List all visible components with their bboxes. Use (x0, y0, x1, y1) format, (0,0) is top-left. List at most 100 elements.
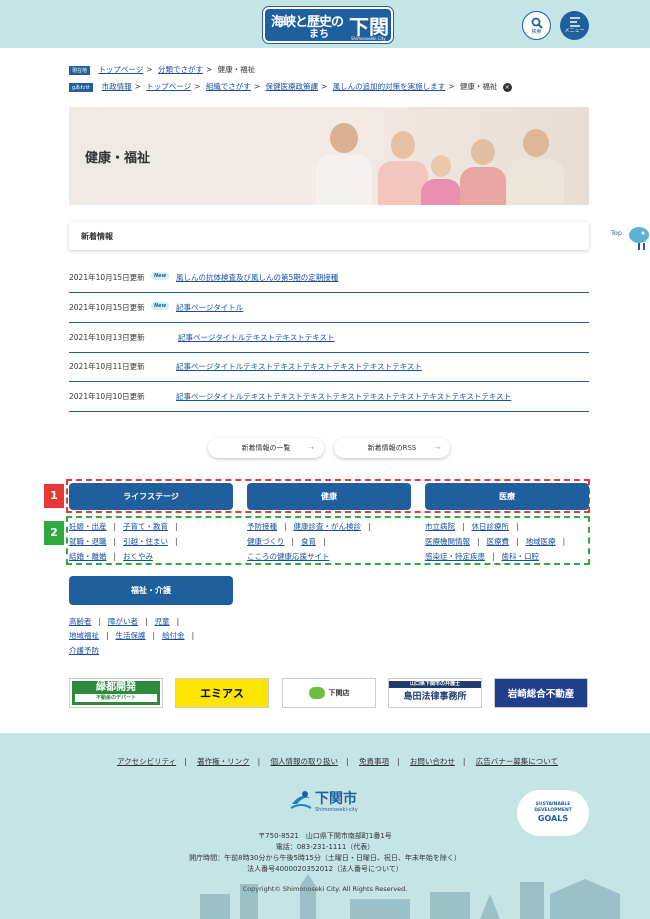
breadcrumb-link[interactable]: 組織でさがす (206, 82, 251, 91)
breadcrumb-link[interactable]: 風しんの追加的対策を実施します (333, 82, 446, 91)
news-title-link[interactable]: 記事ページタイトル (176, 302, 243, 313)
links-row: 地域福祉 | 生活保護 | 給付金 | (69, 631, 195, 640)
links-row: 就職・退職 | 引越・住まい | (69, 537, 178, 546)
footer-link[interactable]: 広告バナー募集について (476, 757, 558, 766)
welfare-link[interactable]: 高齢者 (69, 617, 92, 626)
category-link[interactable]: おくやみ (123, 552, 153, 561)
arrow-icon: ➝ (434, 444, 440, 452)
category-link[interactable]: 地域医療 (526, 537, 556, 546)
category-link[interactable]: 歯科・口腔 (502, 552, 540, 561)
footer-link[interactable]: 個人情報の取り扱い (271, 757, 339, 766)
category-link[interactable]: 予防接種 (247, 522, 277, 531)
category-link[interactable]: 引越・住まい (123, 537, 168, 546)
news-item: 2021年10月13日更新 記事ページタイトルテキストテキストテキスト (69, 324, 589, 353)
footer-link[interactable]: 著作権・リンク (197, 757, 250, 766)
welfare-link[interactable]: 地域福祉 (69, 631, 99, 640)
footer-link[interactable]: 免責事項 (359, 757, 389, 766)
breadcrumb-alt: gあわせ 市政情報 > トップページ > 組織でさがす > 保健医療政策課 > 風しんの… (69, 81, 512, 92)
logo-subtitle: Shimonoseki City (351, 36, 386, 41)
breadcrumb-link[interactable]: 市政情報 (102, 82, 132, 91)
sdgs-line3: GOALS (537, 814, 569, 823)
ad-banner[interactable]: エミアス (175, 678, 269, 708)
ad-banner[interactable]: 下関店 (282, 678, 376, 708)
sdgs-logo[interactable]: SUSTAINABLE DEVELOPMENT GOALS (517, 790, 589, 836)
news-item: 2021年10月10日更新 記事ページタイトルテキストテキストテキストテキストテ… (69, 383, 589, 412)
news-rss-button[interactable]: 新着情報のRSS ➝ (334, 438, 450, 458)
fish-icon (629, 227, 649, 250)
news-date: 2021年10月11日更新 (69, 362, 145, 371)
ad-banner-title: 緑都開発 (96, 682, 136, 693)
ad-banner-title: 島田法律事務所 (403, 691, 467, 702)
page-title: 健康・福祉 (85, 151, 151, 166)
category-link[interactable]: 医療費 (487, 537, 510, 546)
footer-link[interactable]: アクセシビリティ (117, 757, 176, 766)
breadcrumb-link[interactable]: トップページ (146, 82, 191, 91)
links-row: 市立病院 | 休日診療所 | (425, 522, 519, 531)
site-logo[interactable]: 海峡と歴史の まち 下関 Shimonoseki City (263, 7, 393, 43)
news-title-link[interactable]: 記事ページタイトルテキストテキストテキストテキストテキストテキスト (176, 361, 422, 372)
breadcrumb-tag: 現在地 (69, 65, 91, 75)
category-lifestage-button[interactable]: ライフステージ (69, 483, 233, 510)
ad-banner[interactable]: 岩崎総合不動産 (494, 678, 588, 708)
news-rss-label: 新着情報のRSS (367, 444, 417, 452)
annotation-tag-1: 1 (44, 484, 64, 508)
welfare-link[interactable]: 介護予防 (69, 646, 99, 655)
links-row: 高齢者 | 障がい者 | 児童 | (69, 617, 180, 626)
links-row: こころの健康応援サイト (247, 551, 330, 562)
welfare-link[interactable]: 障がい者 (108, 617, 138, 626)
breadcrumb-link[interactable]: トップページ (98, 65, 143, 74)
footer-address: 〒750-8521 山口県下関市南部町1番1号 (258, 832, 392, 840)
news-title-link[interactable]: 記事ページタイトルテキストテキストテキストテキストテキストテキストテキストテキス… (176, 391, 511, 402)
footer-link[interactable]: お問い合わせ (410, 757, 455, 766)
category-link[interactable]: 妊娠・出産 (69, 522, 107, 531)
category-link[interactable]: 感染症・特定疾患 (425, 552, 485, 561)
news-title-link[interactable]: 記事ページタイトルテキストテキストテキスト (178, 332, 335, 343)
welfare-link[interactable]: 児童 (155, 617, 170, 626)
ad-banner-subtitle: 山口県下関市の弁護士 (389, 680, 481, 688)
news-date: 2021年10月15日更新 (69, 303, 145, 312)
menu-label: メニュー (564, 28, 585, 34)
menu-icon (569, 17, 580, 27)
category-health-button[interactable]: 健康 (247, 483, 411, 510)
menu-button[interactable]: メニュー (560, 11, 589, 40)
welfare-link[interactable]: 給付金 (162, 631, 185, 640)
news-title-link[interactable]: 風しんの抗体検査及び風しんの第5期の定期接種 (176, 272, 338, 283)
ad-banner[interactable]: 山口県下関市の弁護士 島田法律事務所 (388, 678, 482, 708)
news-heading: 新着情報 (81, 232, 113, 241)
breadcrumb-link[interactable]: 分類でさがす (158, 65, 203, 74)
welfare-link[interactable]: 生活保護 (116, 631, 146, 640)
breadcrumb-link[interactable]: 保健医療政策課 (266, 82, 319, 91)
category-link[interactable]: 市立病院 (425, 522, 455, 531)
category-welfare-button[interactable]: 福祉・介護 (69, 576, 233, 605)
footer-corp-number: 法人番号4000020352012（法人番号について） (247, 865, 403, 873)
links-row: 結婚・離婚 | おくやみ (69, 552, 154, 561)
search-button[interactable]: 検索 (522, 11, 551, 40)
news-item: 2021年10月15日更新 New 風しんの抗体検査及び風しんの第5期の定期接種 (69, 264, 589, 293)
city-name: 下関市 (315, 791, 357, 807)
footer-hours: 開庁時間：午前8時30分から午後5時15分（土曜日・日曜日、祝日、年末年始を除く… (189, 854, 461, 862)
news-list-button[interactable]: 新着情報の一覧 ➝ (208, 438, 324, 458)
news-item: 2021年10月15日更新 New 記事ページタイトル (69, 294, 589, 323)
ad-banner[interactable]: 緑都開発 不動産のデパート (69, 678, 163, 708)
category-link[interactable]: 休日診療所 (472, 522, 510, 531)
back-to-top-button[interactable]: Top (611, 222, 650, 252)
search-label: 検索 (531, 29, 542, 35)
category-link[interactable]: 食育 (301, 537, 316, 546)
links-row: 健康づくり | 食育 | (247, 537, 326, 546)
news-item: 2021年10月11日更新 記事ページタイトルテキストテキストテキストテキストテ… (69, 353, 589, 382)
news-heading-box: 新着情報 (69, 222, 589, 250)
category-link[interactable]: 健康診査・がん検診 (294, 522, 362, 531)
category-link[interactable]: 結婚・離婚 (69, 552, 107, 561)
category-medical-button[interactable]: 医療 (425, 483, 589, 510)
category-link[interactable]: 医療機関情報 (425, 537, 470, 546)
category-link[interactable]: 就職・退職 (69, 537, 107, 546)
category-link[interactable]: こころの健康応援サイト (247, 552, 330, 561)
close-icon[interactable]: × (502, 83, 512, 92)
category-link[interactable]: 子育て・教育 (123, 522, 168, 531)
city-emblem-icon (290, 791, 312, 809)
new-badge: New (151, 302, 170, 310)
city-name-en: Shimonoseki-city (315, 807, 358, 813)
category-link[interactable]: 健康づくり (247, 537, 285, 546)
footer-phone: 電話：083-231-1111（代表） (275, 843, 375, 851)
breadcrumb-current: 現在地 トップページ > 分類でさがす > 健康・福祉 (69, 64, 255, 75)
